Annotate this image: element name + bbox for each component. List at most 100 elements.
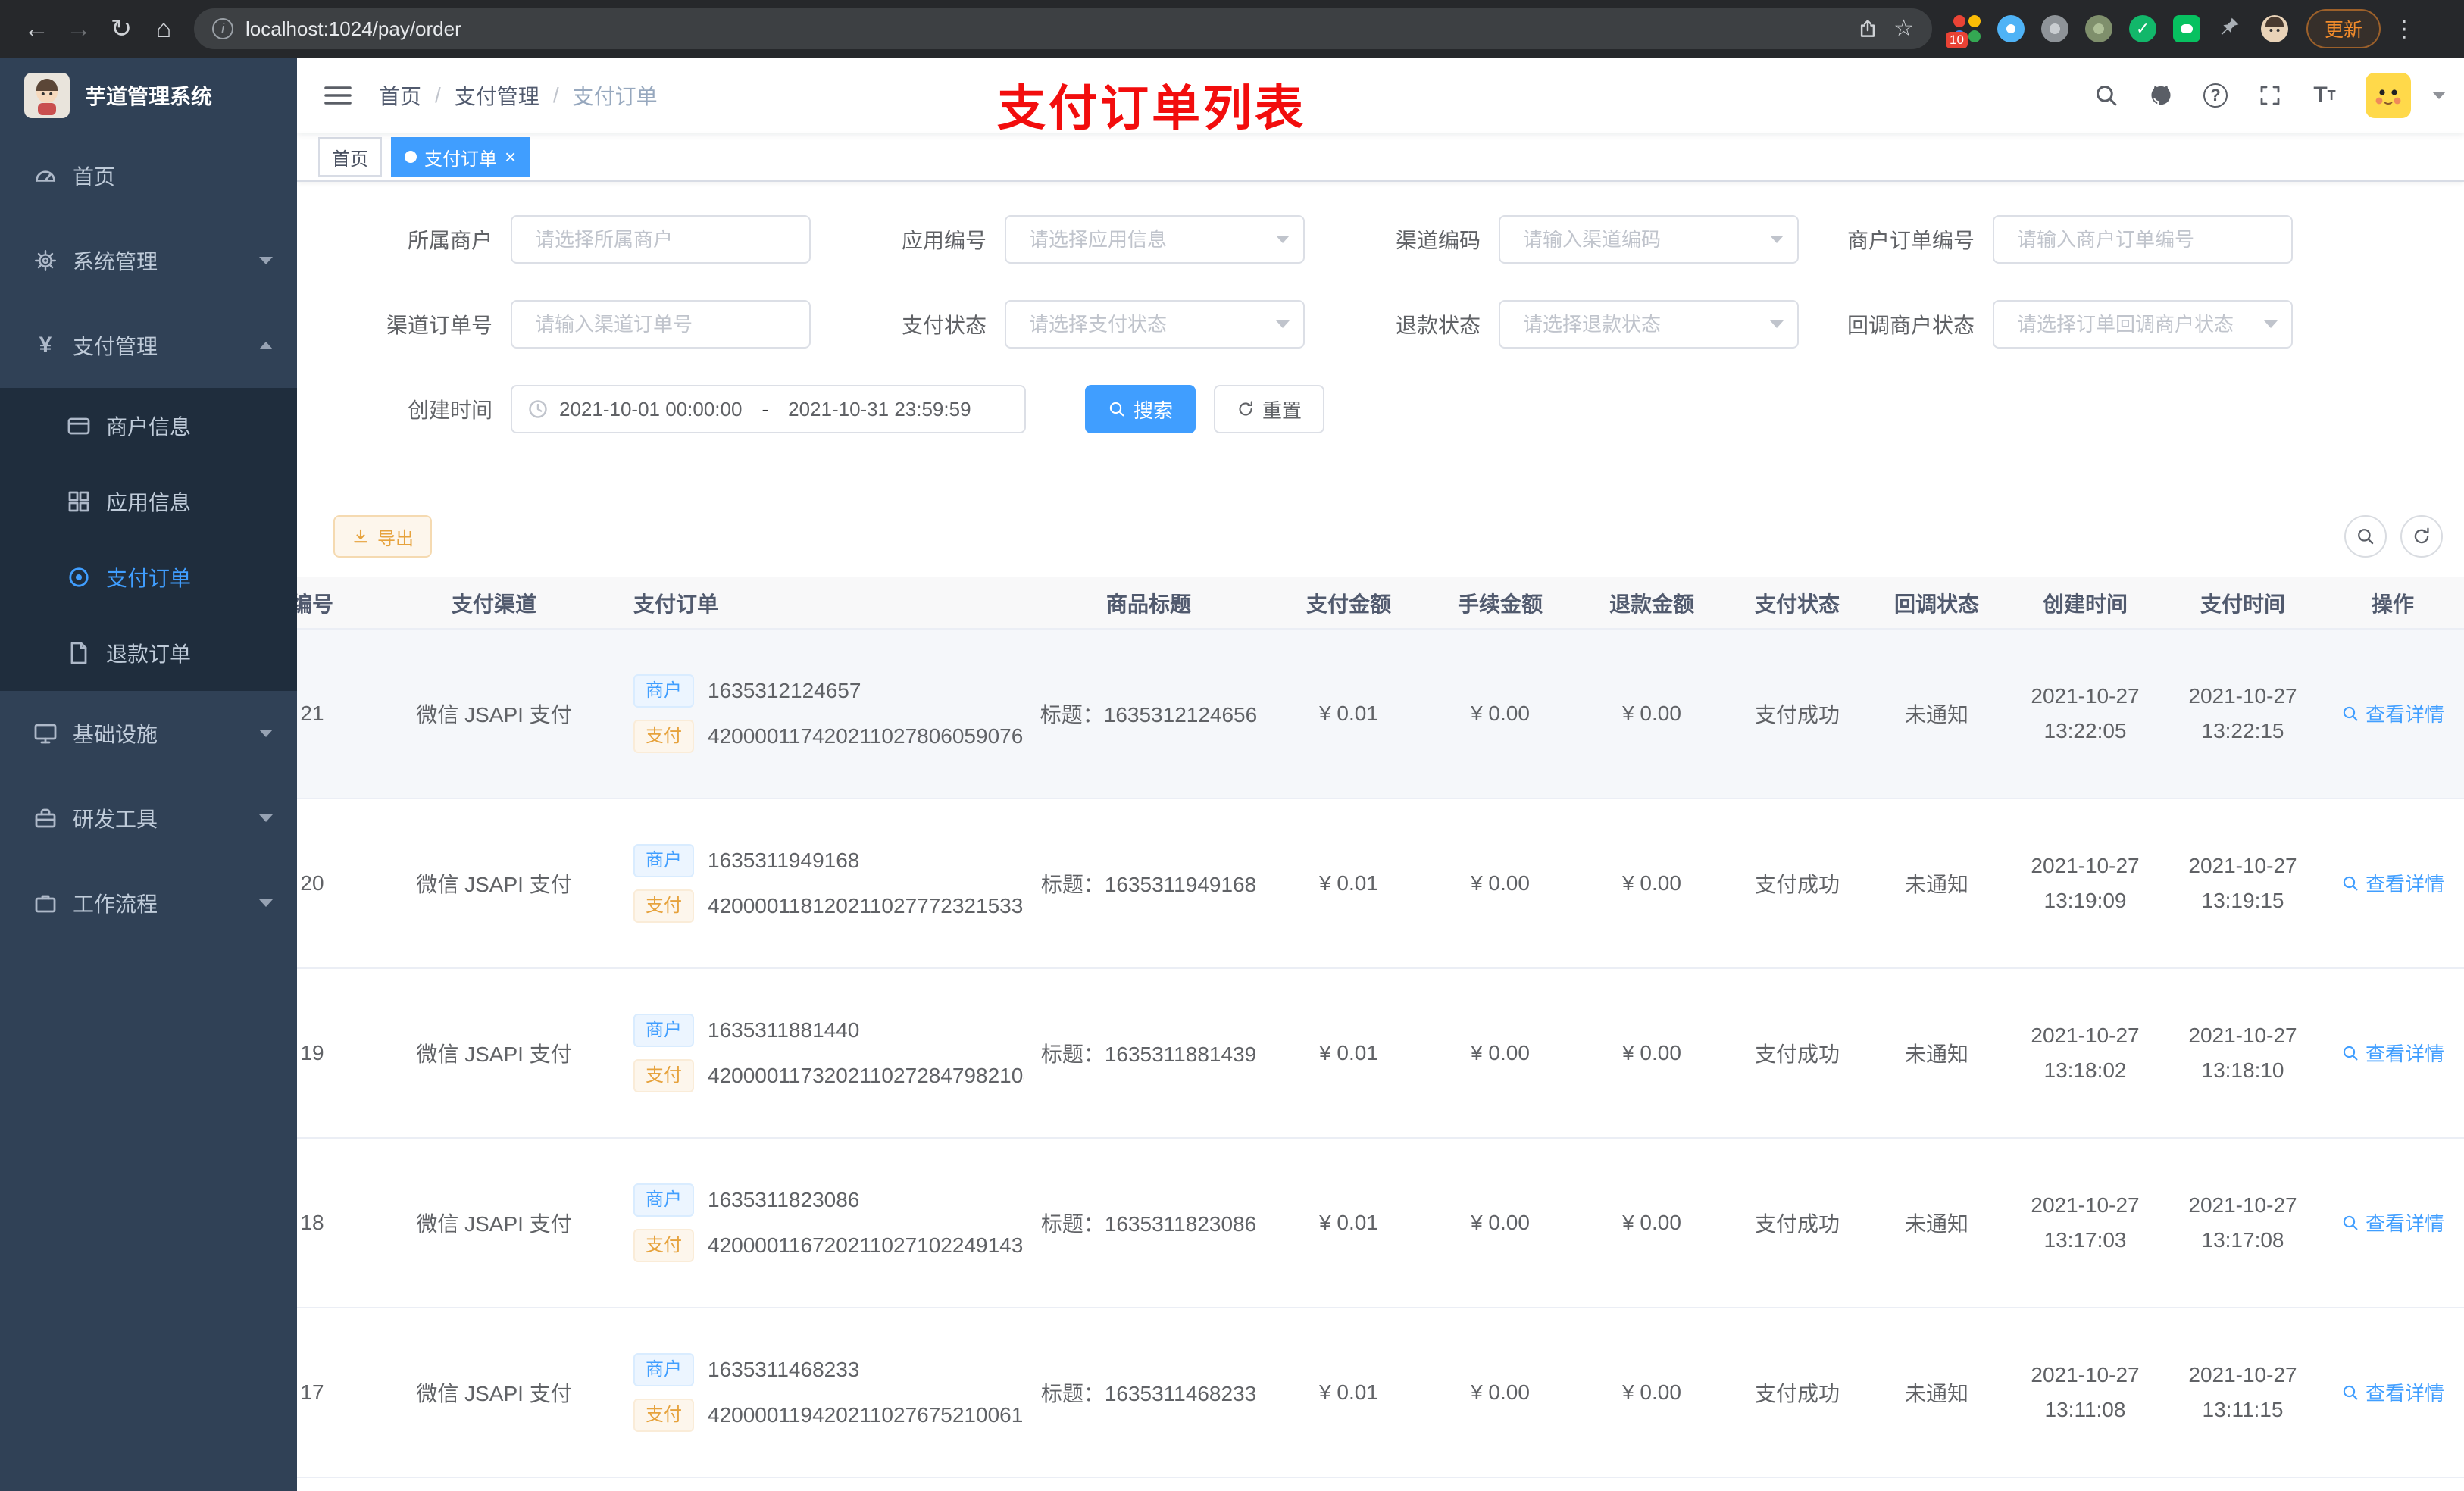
sidebar-item-pay[interactable]: ¥ 支付管理 [0, 303, 297, 388]
cell-notify: 未通知 [1867, 1138, 2006, 1308]
tab-home[interactable]: 首页 [318, 137, 382, 177]
sidebar-item-system[interactable]: 系统管理 [0, 218, 297, 303]
sidebar-item-merchant-info[interactable]: 商户信息 [0, 388, 297, 464]
search-icon[interactable] [2084, 71, 2129, 120]
merchant-order-no: 1635312124657 [708, 679, 861, 702]
view-detail-link[interactable]: 查看详情 [2341, 699, 2444, 727]
search-button[interactable]: 搜索 [1085, 385, 1196, 433]
cell-status [1728, 1477, 1867, 1491]
sidebar-item-app-info[interactable]: 应用信息 [0, 464, 297, 539]
bookmark-star-icon[interactable]: ☆ [1893, 17, 1914, 40]
cell-order: 商户1635311357936 [615, 1477, 1024, 1491]
app-logo[interactable]: 芋道管理系统 [0, 58, 297, 133]
col-status[interactable]: 支付状态 [1728, 577, 1867, 630]
reset-button[interactable]: 重置 [1214, 385, 1325, 433]
github-icon[interactable] [2138, 71, 2184, 120]
table-row[interactable]: 商户1635311357936 [297, 1477, 2464, 1491]
help-icon[interactable]: ? [2193, 71, 2238, 120]
user-menu-caret-icon[interactable] [2432, 92, 2446, 99]
search-icon [2343, 1215, 2358, 1230]
cell-id: 17 [297, 1308, 373, 1478]
owner-merchant-input[interactable] [511, 215, 811, 264]
col-create-time[interactable]: 创建时间 [2006, 577, 2164, 630]
refresh-table-button[interactable] [2400, 515, 2443, 558]
refund-status-select[interactable] [1499, 300, 1799, 349]
browser-menu-icon[interactable]: ⋮ [2393, 16, 2416, 42]
browser-forward-icon[interactable]: → [58, 8, 100, 50]
sidebar-item-home[interactable]: 首页 [0, 133, 297, 218]
browser-update-button[interactable]: 更新 [2306, 9, 2381, 48]
sidebar-item-label: 商户信息 [106, 415, 192, 439]
browser-home-icon[interactable]: ⌂ [142, 8, 185, 50]
col-title[interactable]: 商品标题 [1024, 577, 1273, 630]
chat-extension-icon[interactable] [2173, 15, 2200, 42]
breadcrumb-pay-mgmt[interactable]: 支付管理 [455, 80, 539, 111]
col-id[interactable]: 编号 [297, 577, 373, 630]
table-row[interactable]: 19 微信 JSAPI 支付 商户 1635311881440 支付 4200001… [297, 968, 2464, 1139]
col-channel[interactable]: 支付渠道 [373, 577, 615, 630]
share-icon[interactable] [1857, 18, 1878, 39]
grid-extension-icon[interactable]: 10 [1946, 15, 1981, 48]
cell-pay-time: 2021-10-27 13:17:08 [2164, 1138, 2322, 1308]
app-no-select[interactable] [1005, 215, 1305, 264]
callback-status-select[interactable] [1993, 300, 2293, 349]
col-action[interactable]: 操作 [2322, 577, 2464, 630]
merchant-tag: 商户 [633, 1183, 694, 1217]
screen: ← → ↻ ⌂ i localhost:1024/pay/order ☆ 10 … [0, 0, 2464, 1491]
table-row[interactable]: 18 微信 JSAPI 支付 商户 1635311823086 支付 4200001… [297, 1138, 2464, 1308]
view-detail-link[interactable]: 查看详情 [2341, 1378, 2444, 1406]
create-time-range-input[interactable]: 2021-10-01 00:00:00 - 2021-10-31 23:59:5… [511, 385, 1026, 433]
col-fee[interactable]: 手续金额 [1424, 577, 1576, 630]
table-row[interactable]: 21 微信 JSAPI 支付 商户 1635312124657 支付 4200001… [297, 629, 2464, 799]
view-detail-link[interactable]: 查看详情 [2341, 1039, 2444, 1067]
olive-extension-icon[interactable] [2085, 15, 2112, 42]
breadcrumb-home[interactable]: 首页 [379, 80, 421, 111]
sidebar-collapse-icon[interactable] [321, 79, 355, 112]
address-bar[interactable]: i localhost:1024/pay/order ☆ [194, 8, 1932, 49]
view-detail-link[interactable]: 查看详情 [2341, 869, 2444, 897]
channel-code-select[interactable] [1499, 215, 1799, 264]
url-text[interactable]: localhost:1024/pay/order [245, 17, 1845, 41]
merchant-order-no-input[interactable] [1993, 215, 2293, 264]
breadcrumb-separator: / [552, 83, 559, 107]
sidebar-item-label: 应用信息 [106, 491, 192, 514]
gray-extension-icon[interactable] [2041, 15, 2068, 42]
toggle-search-button[interactable] [2344, 515, 2387, 558]
app-title: 芋道管理系统 [85, 85, 213, 108]
file-icon [67, 641, 91, 665]
col-refund[interactable]: 退款金额 [1576, 577, 1728, 630]
table-row[interactable]: 17 微信 JSAPI 支付 商户 1635311468233 支付 4200001… [297, 1308, 2464, 1478]
check-extension-icon[interactable]: ✓ [2129, 15, 2156, 42]
browser-profile-avatar[interactable] [2261, 15, 2288, 42]
font-size-icon[interactable]: TT [2302, 71, 2347, 120]
filter-merchant-order-no: 商户订单编号 [1834, 215, 2293, 264]
col-pay-order[interactable]: 支付订单 [615, 577, 1024, 630]
sidebar-item-refund-order[interactable]: 退款订单 [0, 615, 297, 691]
cell-notify: 未通知 [1867, 1308, 2006, 1478]
close-icon[interactable]: × [505, 147, 516, 167]
breadcrumb-separator: / [435, 83, 441, 107]
sidebar-item-infra[interactable]: 基础设施 [0, 691, 297, 776]
user-avatar[interactable] [2366, 73, 2411, 118]
channel-order-no-input[interactable] [511, 300, 811, 349]
site-info-icon[interactable]: i [212, 18, 233, 39]
export-button[interactable]: 导出 [333, 515, 432, 558]
pin-icon[interactable] [2217, 15, 2244, 42]
pay-status-select[interactable] [1005, 300, 1305, 349]
col-amount[interactable]: 支付金额 [1273, 577, 1424, 630]
table-row[interactable]: 20 微信 JSAPI 支付 商户 1635311949168 支付 4200001… [297, 799, 2464, 969]
sidebar-item-devtools[interactable]: 研发工具 [0, 776, 297, 861]
fullscreen-icon[interactable] [2247, 71, 2293, 120]
tab-pay-order[interactable]: 支付订单 × [391, 137, 530, 177]
browser-back-icon[interactable]: ← [15, 8, 58, 50]
cell-amount: ¥ 0.01 [1273, 1138, 1424, 1308]
sidebar-item-workflow[interactable]: 工作流程 [0, 861, 297, 946]
browser-reload-icon[interactable]: ↻ [100, 8, 142, 50]
sidebar-item-pay-order[interactable]: 支付订单 [0, 539, 297, 615]
col-notify[interactable]: 回调状态 [1867, 577, 2006, 630]
col-pay-time[interactable]: 支付时间 [2164, 577, 2322, 630]
filter-form: 所属商户 应用编号 渠道编码 商户订单编号 [297, 182, 2464, 470]
cell-order: 商户 1635312124657 支付 4200001174202110278060… [615, 629, 1024, 799]
view-detail-link[interactable]: 查看详情 [2341, 1208, 2444, 1236]
blue-extension-icon[interactable] [1997, 15, 2025, 42]
